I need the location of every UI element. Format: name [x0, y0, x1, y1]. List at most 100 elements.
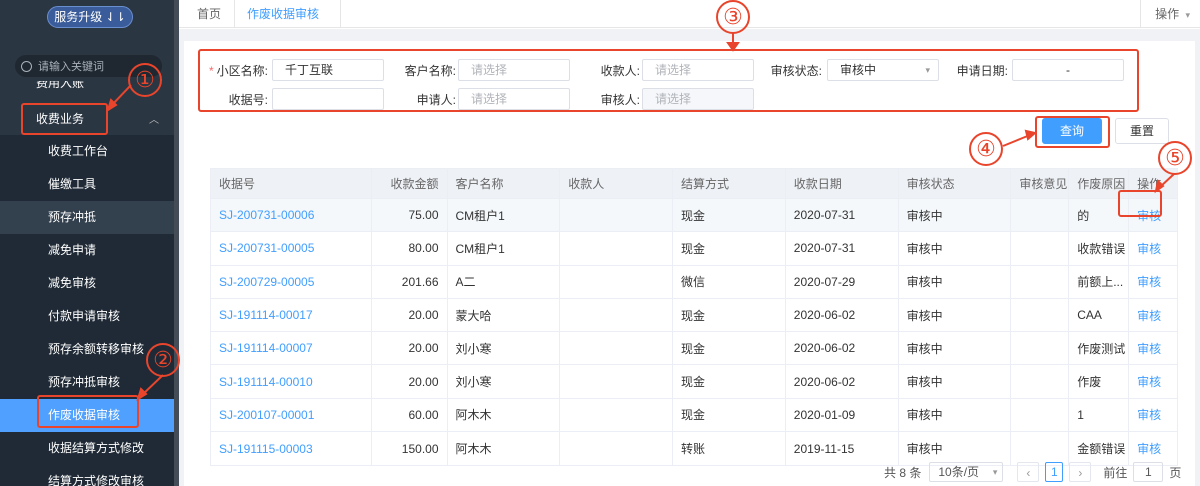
next-page-button[interactable]: ›	[1069, 462, 1092, 482]
menu-search-placeholder: 请输入关键词	[38, 61, 104, 73]
cell-pay-date: 2020-06-02	[786, 332, 899, 365]
table-row: SJ-200731-00006 75.00 CM租户1 现金 2020-07-31 审核中…	[211, 199, 1177, 233]
cell-opinion	[1011, 199, 1070, 232]
sidebar-item-settlement-modify-review[interactable]: 结算方式修改审核	[0, 465, 174, 486]
pagination-total: 共 8 条	[884, 465, 922, 480]
cell-status: 审核中	[899, 298, 1012, 332]
review-link[interactable]: 审核	[1137, 406, 1161, 423]
query-button[interactable]: 查询	[1042, 118, 1102, 144]
cell-settlement: 微信	[673, 265, 786, 298]
tab-home[interactable]: 首页	[187, 0, 231, 28]
cell-receipt-no: SJ-191115-00003	[211, 432, 372, 466]
cell-opinion	[1011, 265, 1070, 298]
cell-settlement: 现金	[673, 199, 786, 232]
operations-label: 操作	[1155, 7, 1180, 21]
receipt-link[interactable]: SJ-191115-00003	[219, 442, 313, 456]
review-link[interactable]: 审核	[1137, 240, 1161, 257]
date-range-picker[interactable]: -	[1012, 59, 1124, 81]
column-header-void-reason: 作废原因	[1069, 169, 1130, 198]
review-link[interactable]: 审核	[1137, 207, 1161, 224]
cell-opinion	[1011, 398, 1070, 432]
review-link[interactable]: 审核	[1137, 440, 1161, 457]
service-upgrade-button[interactable]: 服务升级 ⇃⇂	[47, 6, 133, 28]
cell-settlement: 现金	[673, 398, 786, 432]
community-input[interactable]: 千丁互联	[272, 59, 384, 81]
page-size-value: 10条/页	[938, 465, 980, 479]
operations-menu[interactable]: 操作 ▾	[1140, 0, 1200, 28]
cell-amount: 20.00	[372, 365, 448, 398]
receipt-link[interactable]: SJ-191114-00007	[219, 341, 313, 355]
page-number-button[interactable]: 1	[1045, 462, 1064, 482]
page-size-select[interactable]: 10条/页 ▾	[929, 462, 1004, 482]
cell-opinion	[1011, 232, 1070, 265]
cell-amount: 80.00	[372, 232, 448, 265]
receipt-link[interactable]: SJ-200107-00001	[219, 408, 314, 422]
annotation-marker-2: ②	[146, 343, 180, 377]
table-row: SJ-200731-00005 80.00 CM租户1 现金 2020-07-31 审核中…	[211, 232, 1177, 266]
chevron-down-icon: ▾	[1185, 10, 1190, 20]
column-header-amount: 收款金额	[372, 169, 448, 198]
table-row: SJ-200729-00005 201.66 A二 微信 2020-07-29 审核中 前额…	[211, 265, 1177, 299]
customer-select[interactable]: 请选择	[458, 59, 570, 81]
payee-select[interactable]: 请选择	[642, 59, 754, 81]
receipt-link[interactable]: SJ-200731-00005	[219, 241, 314, 255]
cell-customer: 刘小寒	[448, 332, 561, 365]
cell-receipt-no: SJ-191114-00010	[211, 365, 372, 398]
cell-pay-date: 2020-06-02	[786, 298, 899, 332]
reset-button[interactable]: 重置	[1115, 118, 1169, 144]
caret-down-icon: ▾	[992, 467, 998, 477]
content-area: * 小区名称: 千丁互联 客户名称: 请选择 收款人: 请选择 审核状态: 审核中…	[179, 29, 1200, 486]
applicant-label: 申请人:	[416, 93, 456, 107]
sidebar-item-waiver-review[interactable]: 减免审核	[0, 267, 174, 300]
goto-page-input[interactable]: 1	[1133, 462, 1164, 482]
review-link[interactable]: 审核	[1137, 340, 1161, 357]
cell-receipt-no: SJ-200107-00001	[211, 398, 372, 432]
sidebar-item-waiver-apply[interactable]: 减免申请	[0, 234, 174, 267]
cell-settlement: 现金	[673, 298, 786, 332]
sidebar-item-payment-review[interactable]: 付款申请审核	[0, 300, 174, 333]
review-link[interactable]: 审核	[1137, 307, 1161, 324]
sidebar-item-dunning-tool[interactable]: 催缴工具	[0, 168, 174, 201]
sidebar-item-fee-entry[interactable]: 费用入账	[36, 81, 84, 91]
cell-void-reason: 1	[1069, 398, 1130, 432]
cell-amount: 201.66	[372, 265, 448, 298]
receipt-link[interactable]: SJ-200731-00006	[219, 208, 314, 222]
cell-payee	[560, 199, 674, 232]
sidebar-submenu: 收费工作台 催缴工具 预存冲抵 减免申请 减免审核 付款申请审核 预存余额转移审…	[0, 135, 174, 486]
sidebar-item-prepaid-offset-review[interactable]: 预存冲抵审核	[0, 366, 174, 399]
column-header-customer: 客户名称	[448, 169, 561, 198]
tab-void-receipt-review[interactable]: 作废收据审核✕	[234, 0, 341, 49]
receipt-link[interactable]: SJ-191114-00010	[219, 375, 313, 389]
cell-receipt-no: SJ-200731-00005	[211, 232, 372, 265]
cell-payee	[560, 332, 674, 365]
table-row: SJ-191114-00007 20.00 刘小寒 现金 2020-06-02 审核中 作废…	[211, 332, 1177, 366]
prev-page-button[interactable]: ‹	[1017, 462, 1040, 482]
cell-customer: A二	[448, 265, 561, 298]
review-link[interactable]: 审核	[1137, 273, 1161, 290]
receipt-link[interactable]: SJ-200729-00005	[219, 275, 314, 289]
cell-settlement: 现金	[673, 232, 786, 265]
sidebar-section-charge-business[interactable]: 收费业务 ︿	[0, 102, 174, 134]
cell-status: 审核中	[899, 332, 1012, 365]
cell-void-reason: 作废测试	[1069, 332, 1130, 365]
table-row: SJ-191114-00010 20.00 刘小寒 现金 2020-06-02 审核中 作废…	[211, 365, 1177, 399]
review-link[interactable]: 审核	[1137, 373, 1161, 390]
cell-receipt-no: SJ-200729-00005	[211, 265, 372, 298]
status-select[interactable]: 审核中 ▾	[827, 59, 939, 81]
cell-status: 审核中	[899, 365, 1012, 398]
customer-label: 客户名称:	[404, 64, 456, 78]
receipt-link[interactable]: SJ-191114-00017	[219, 308, 313, 322]
column-header-receipt-no: 收据号	[211, 169, 372, 198]
receipt-input[interactable]	[272, 88, 384, 110]
annotation-marker-4: ④	[969, 132, 1003, 166]
sidebar-item-prepaid-offset[interactable]: 预存冲抵	[0, 201, 174, 234]
cell-customer: 蒙大哈	[448, 298, 561, 332]
sidebar-item-receipt-settlement-modify[interactable]: 收据结算方式修改	[0, 432, 174, 465]
status-label: 审核状态:	[770, 64, 822, 78]
sidebar-item-void-receipt-review[interactable]: 作废收据审核	[0, 399, 174, 432]
applicant-select[interactable]: 请选择	[458, 88, 570, 110]
sidebar-item-charge-workbench[interactable]: 收费工作台	[0, 135, 174, 168]
cell-status: 审核中	[899, 199, 1012, 232]
cell-settlement: 转账	[673, 432, 786, 466]
cell-receipt-no: SJ-200731-00006	[211, 199, 372, 232]
